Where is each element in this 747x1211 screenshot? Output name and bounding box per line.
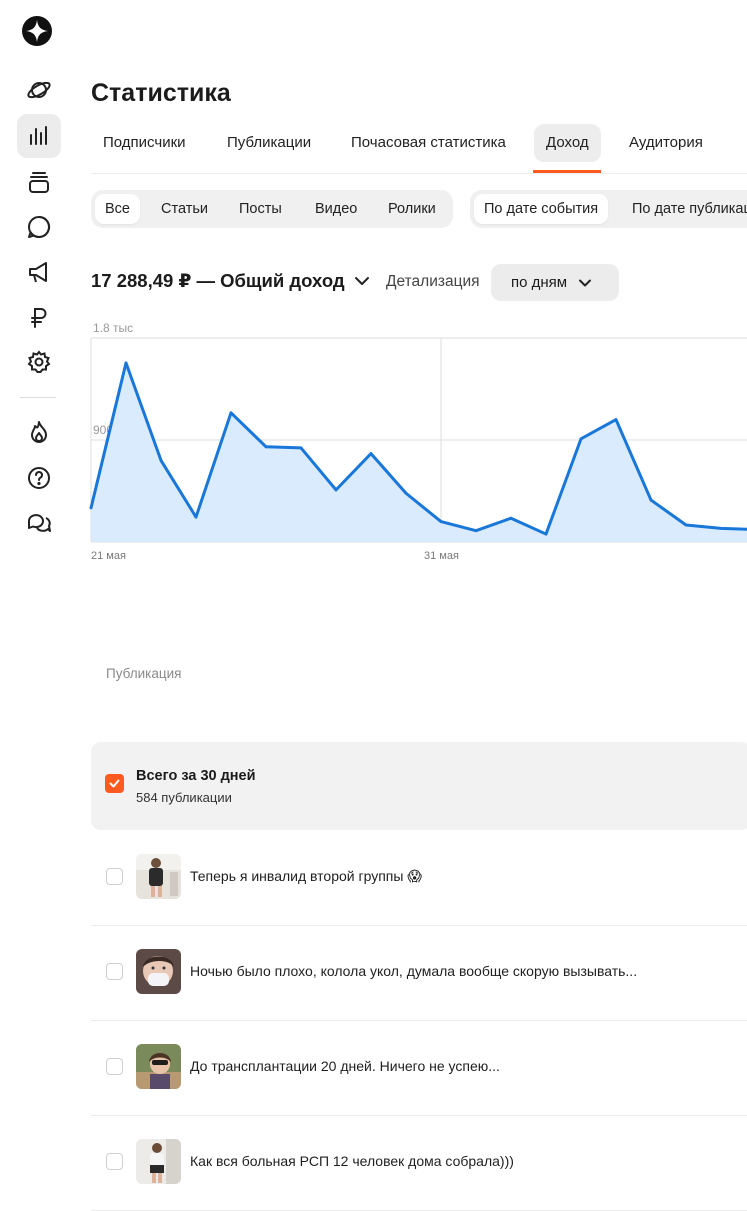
chart-area-fill [91, 362, 747, 542]
table-row[interactable]: Как вся больная РСП 12 человек дома собр… [91, 1115, 747, 1211]
chart-point [404, 491, 408, 495]
filter-all[interactable]: Все [95, 194, 140, 224]
checkmark-icon [109, 779, 120, 788]
gear-icon [27, 350, 51, 373]
question-icon [28, 467, 50, 489]
planet-icon [27, 81, 51, 99]
row-checkbox[interactable] [106, 868, 123, 885]
x-tick-label: 31 мая [424, 550, 459, 562]
chart-point [299, 446, 303, 450]
publication-thumbnail [136, 854, 181, 899]
y-tick-label: 1.8 тыс [93, 321, 134, 335]
chart-point [649, 498, 653, 502]
total-row-title: Всего за 30 дней [136, 768, 256, 784]
publication-thumbnail [136, 1139, 181, 1184]
logo-icon[interactable] [21, 15, 53, 47]
chart-point [194, 515, 198, 519]
total-row: Всего за 30 дней 584 публикации [91, 742, 747, 830]
chart-point [509, 516, 513, 520]
publication-title: Как вся больная РСП 12 человек дома собр… [190, 1153, 514, 1169]
publication-thumbnail [136, 1044, 181, 1089]
tab-hourly[interactable]: Почасовая статистика [339, 124, 518, 162]
sidebar-divider [20, 397, 56, 398]
sidebar-item-comments[interactable] [17, 205, 61, 249]
column-header-publication[interactable]: Публикация [106, 666, 181, 681]
sidebar [0, 0, 78, 1200]
sidebar-item-content[interactable] [17, 160, 61, 204]
filter-shorts[interactable]: Ролики [378, 194, 446, 224]
filter-by-event-date[interactable]: По дате события [474, 194, 609, 224]
sidebar-item-money[interactable] [17, 296, 61, 340]
chart-point [369, 452, 373, 455]
total-income-label: 17 288,49 ₽ — Общий доход [91, 270, 345, 291]
row-checkbox[interactable] [106, 1153, 123, 1170]
tab-publications[interactable]: Публикации [215, 124, 323, 162]
bar-chart-icon [30, 126, 47, 145]
tab-audience[interactable]: Аудитория [617, 124, 715, 162]
sidebar-item-statistics[interactable] [17, 114, 61, 158]
sidebar-item-help[interactable] [17, 456, 61, 500]
publication-title: До трансплантации 20 дней. Ничего не усп… [190, 1058, 500, 1074]
chart-point [544, 532, 548, 536]
publication-title: Теперь я инвалид второй группы 😱 [190, 868, 422, 884]
stack-icon [29, 172, 49, 193]
chart-series-line [89, 361, 747, 536]
chart-point [614, 418, 618, 421]
publication-thumbnail [136, 949, 181, 994]
chat-bubble-icon [28, 215, 51, 238]
detail-select[interactable]: по дням [491, 264, 619, 301]
sidebar-item-planet[interactable] [17, 68, 61, 112]
chart-point [719, 527, 723, 530]
table-row[interactable]: До трансплантации 20 дней. Ничего не усп… [91, 1020, 747, 1116]
sidebar-item-settings[interactable] [17, 340, 61, 384]
content-type-filter: Все Статьи Посты Видео Ролики [91, 190, 453, 228]
chart-point [159, 459, 163, 462]
sidebar-item-promo[interactable] [17, 250, 61, 294]
chats-icon [28, 514, 51, 532]
detail-select-value: по дням [511, 274, 568, 291]
filter-posts[interactable]: Посты [229, 194, 292, 224]
tab-income[interactable]: Доход [534, 124, 601, 162]
table-row[interactable]: Теперь я инвалид второй группы 😱 [91, 830, 747, 926]
row-checkbox[interactable] [106, 1058, 123, 1075]
chart-point [579, 437, 583, 441]
chevron-down-icon [354, 277, 369, 285]
date-mode-filter: По дате события По дате публикации [470, 190, 747, 228]
ruble-icon [31, 308, 47, 328]
chart-point [474, 529, 478, 533]
filter-video[interactable]: Видео [305, 194, 367, 224]
total-row-subtitle: 584 публикации [136, 790, 232, 805]
sidebar-item-support[interactable] [17, 501, 61, 545]
chevron-down-icon [579, 279, 592, 286]
filter-articles[interactable]: Статьи [151, 194, 218, 224]
y-tick-label: 0 [93, 525, 100, 539]
chart-point [89, 506, 93, 510]
y-tick-label: 900 [93, 423, 114, 437]
total-income-dropdown[interactable]: 17 288,49 ₽ — Общий доход [91, 270, 371, 292]
chart-point [229, 411, 233, 415]
filter-by-publication-date[interactable]: По дате публикации [622, 194, 747, 224]
table-row[interactable]: Ночью было плохо, колола укол, думала во… [91, 925, 747, 1021]
chart-point [439, 520, 443, 523]
megaphone-icon [29, 262, 47, 283]
chart-point [684, 523, 688, 527]
publication-title: Ночью было плохо, колола укол, думала во… [190, 963, 638, 979]
flame-icon [31, 421, 47, 443]
chart-point [264, 445, 268, 449]
row-checkbox[interactable] [106, 963, 123, 980]
tabs-divider [91, 173, 747, 174]
total-checkbox[interactable] [105, 774, 124, 793]
x-tick-label: 21 мая [91, 550, 126, 562]
page-title: Статистика [91, 79, 231, 107]
chart-point [334, 488, 338, 492]
sidebar-item-trending[interactable] [17, 410, 61, 454]
detail-label: Детализация [386, 273, 480, 290]
chart-point [124, 361, 128, 365]
tab-subscribers[interactable]: Подписчики [91, 124, 198, 162]
